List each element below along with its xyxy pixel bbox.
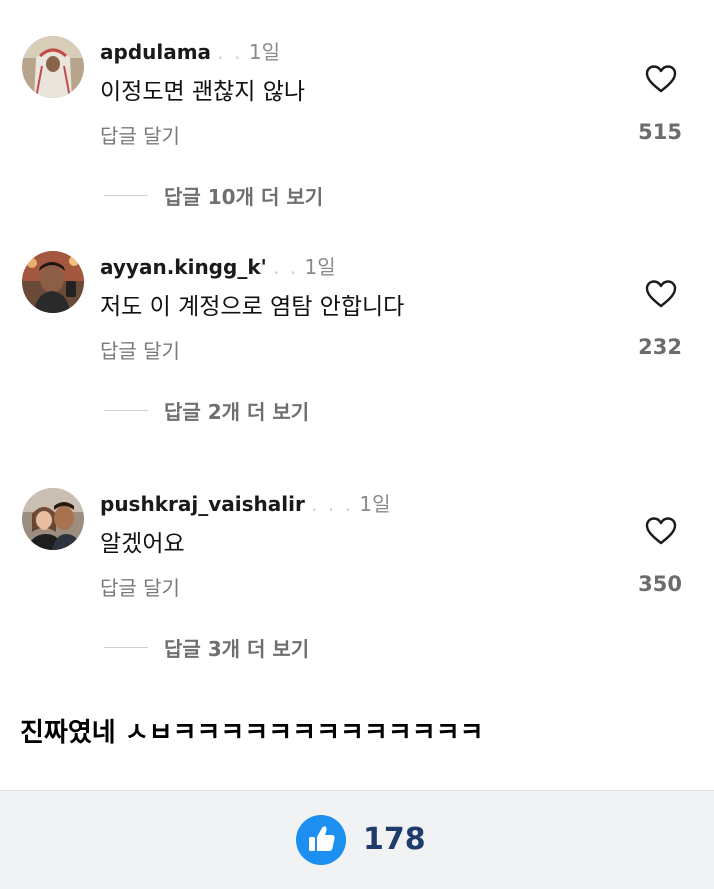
thumbs-up-icon[interactable]: [296, 815, 346, 865]
comment-text: 저도 이 계정으로 염탐 안합니다: [100, 294, 405, 320]
heart-outline-icon[interactable]: [645, 516, 677, 546]
divider-line: [104, 410, 148, 411]
post-caption: 진짜였네 ㅅㅂㅋㅋㅋㅋㅋㅋㅋㅋㅋㅋㅋㅋㅋ: [20, 718, 484, 748]
username[interactable]: ayyan.kingg_k': [100, 255, 267, 279]
comment-text: 이정도면 괜찮지 않나: [100, 79, 306, 105]
avatar[interactable]: [22, 251, 84, 313]
reply-button[interactable]: 답글 달기: [100, 335, 180, 364]
avatar[interactable]: [22, 36, 84, 98]
like-count: 350: [638, 572, 682, 596]
view-replies-label: 답글 3개 더 보기: [164, 637, 310, 661]
comment-text: 알겠어요: [100, 531, 185, 557]
like-count: 515: [638, 120, 682, 144]
view-replies-button[interactable]: 답글 2개 더 보기: [104, 396, 309, 425]
timestamp: 1일: [304, 255, 336, 279]
comment-meta: ayyan.kingg_k' . . 1일: [100, 251, 336, 280]
reply-button[interactable]: 답글 달기: [100, 120, 180, 149]
view-replies-label: 답글 10개 더 보기: [164, 185, 324, 209]
comment-meta: pushkraj_vaishalir . . . 1일: [100, 488, 390, 517]
view-replies-label: 답글 2개 더 보기: [164, 400, 310, 424]
view-replies-button[interactable]: 답글 10개 더 보기: [104, 181, 323, 210]
heart-outline-icon[interactable]: [645, 64, 677, 94]
username-faded: . .: [273, 255, 299, 279]
divider-line: [104, 647, 148, 648]
post-like-count: 178: [363, 822, 426, 857]
username[interactable]: pushkraj_vaishalir: [100, 492, 305, 516]
timestamp: 1일: [248, 40, 280, 64]
bottom-like-bar: 178: [0, 790, 714, 889]
view-replies-button[interactable]: 답글 3개 더 보기: [104, 633, 309, 662]
username-faded: . . .: [311, 492, 353, 516]
avatar[interactable]: [22, 488, 84, 550]
like-count: 232: [638, 335, 682, 359]
reply-button[interactable]: 답글 달기: [100, 572, 180, 601]
timestamp: 1일: [359, 492, 391, 516]
comment-meta: apdulama . . 1일: [100, 36, 280, 65]
heart-outline-icon[interactable]: [645, 279, 677, 309]
divider-line: [104, 195, 148, 196]
username[interactable]: apdulama: [100, 40, 211, 64]
username-faded: . .: [217, 40, 243, 64]
